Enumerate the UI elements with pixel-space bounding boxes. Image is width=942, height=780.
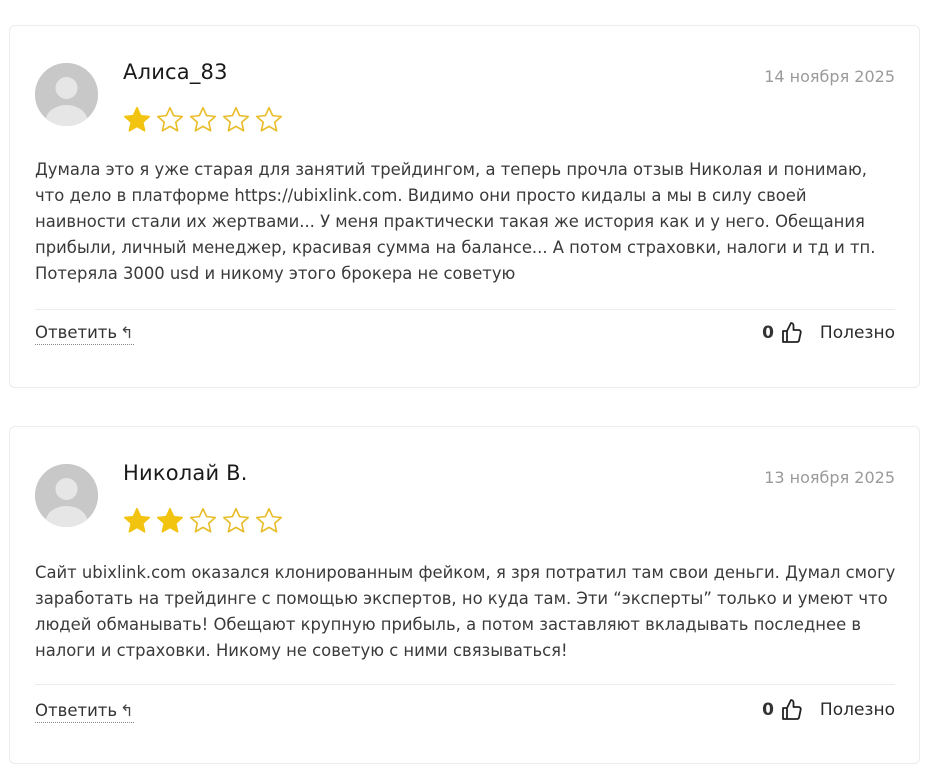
star-empty-icon (189, 507, 217, 533)
review-author: Алиса_83 (123, 60, 228, 84)
reply-label: Ответить (35, 701, 118, 720)
helpful-section: 0 Полезно (762, 698, 895, 722)
review-date: 13 ноября 2025 (764, 468, 895, 487)
divider (35, 684, 895, 685)
review-text: Думала это я уже старая для занятий трей… (35, 160, 876, 283)
star-empty-icon (222, 507, 250, 533)
star-empty-icon (189, 106, 217, 132)
user-avatar-placeholder-icon (35, 63, 98, 126)
star-empty-icon (222, 106, 250, 132)
avatar (35, 464, 98, 527)
reply-label: Ответить (35, 323, 118, 342)
user-avatar-placeholder-icon (35, 464, 98, 527)
review-card: Николай В. 13 ноября 2025 Сайт ubixlink.… (9, 426, 920, 764)
star-rating (122, 105, 284, 135)
divider (35, 309, 895, 310)
helpful-button[interactable]: Полезно (820, 323, 895, 343)
helpful-section: 0 Полезно (762, 321, 895, 345)
review-text: Сайт ubixlink.com оказался клонированным… (35, 563, 896, 660)
star-empty-icon (255, 507, 283, 533)
thumbs-up-icon[interactable] (780, 321, 804, 345)
star-empty-icon (156, 106, 184, 132)
reply-button[interactable]: Ответить ↰ (35, 701, 134, 723)
star-empty-icon (255, 106, 283, 132)
avatar (35, 63, 98, 126)
thumbs-up-icon[interactable] (780, 698, 804, 722)
star-filled-icon (123, 106, 151, 132)
helpful-count: 0 (762, 700, 774, 720)
review-card: Алиса_83 14 ноября 2025 Думала это я уже… (9, 25, 920, 388)
reply-arrow-icon: ↰ (120, 700, 134, 720)
reply-arrow-icon: ↰ (120, 322, 134, 342)
helpful-button[interactable]: Полезно (820, 700, 895, 720)
star-filled-icon (123, 507, 151, 533)
helpful-count: 0 (762, 323, 774, 343)
star-rating (122, 506, 284, 536)
review-author: Николай В. (123, 461, 248, 485)
reply-button[interactable]: Ответить ↰ (35, 323, 134, 345)
star-filled-icon (156, 507, 184, 533)
review-date: 14 ноября 2025 (764, 67, 895, 86)
